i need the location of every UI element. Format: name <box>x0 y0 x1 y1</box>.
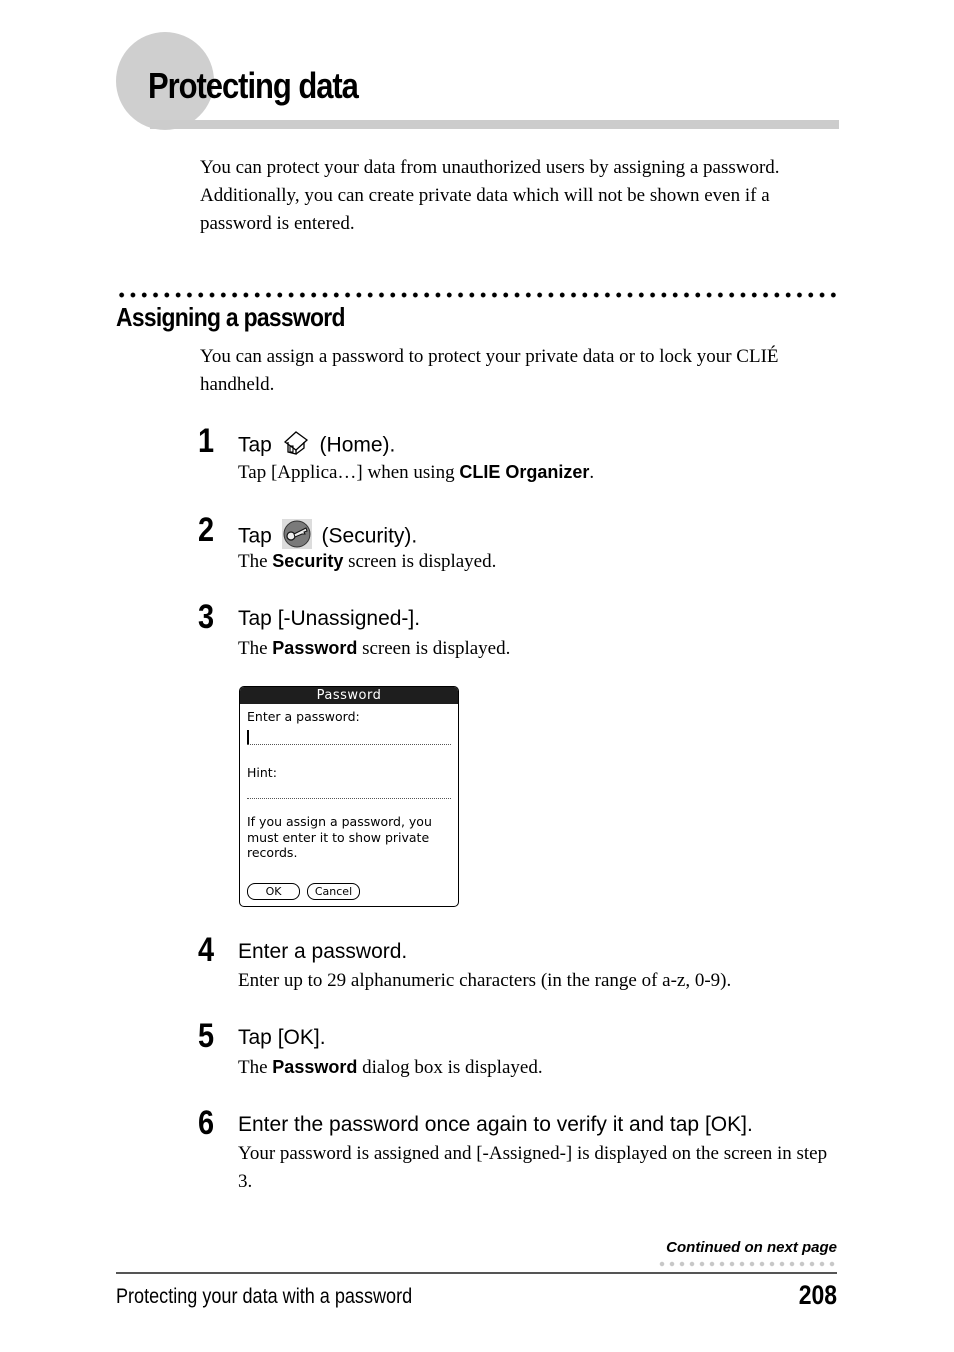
hint-input[interactable] <box>247 784 451 799</box>
desc-text: dialog box is displayed. <box>357 1057 543 1078</box>
desc-bold-text: Password <box>272 1057 358 1077</box>
ok-button[interactable]: OK <box>247 883 300 900</box>
step-heading-text: (Home). <box>319 433 396 457</box>
desc-text: The <box>238 551 273 572</box>
step-heading-text: (Security). <box>321 524 418 548</box>
section-title: Assigning a password <box>116 302 345 332</box>
step-number: 5 <box>198 1017 215 1055</box>
desc-text: screen is displayed. <box>343 551 497 572</box>
step-number: 4 <box>198 931 215 969</box>
step-description: Tap [Applica…] when using CLIE Organizer… <box>238 458 838 487</box>
step-description: The Security screen is displayed. <box>238 547 838 576</box>
password-note: If you assign a password, you must enter… <box>247 814 432 860</box>
step-heading: Tap [OK]. <box>238 1026 326 1049</box>
step-number: 2 <box>198 511 215 549</box>
footer-section-name: Protecting your data with a password <box>116 1285 413 1308</box>
step-number: 6 <box>198 1104 215 1142</box>
step-description: The Password screen is displayed. <box>238 634 838 663</box>
desc-bold-text: Security <box>272 551 344 571</box>
desc-text: Tap [Applica…] when using <box>238 462 460 483</box>
page-intro: You can protect your data from unauthori… <box>200 157 780 234</box>
step-number: 3 <box>198 598 215 636</box>
step-description: Your password is assigned and [-Assigned… <box>238 1143 828 1192</box>
text-cursor <box>247 730 249 744</box>
password-screen-screenshot: Password Enter a password: Hint: If you … <box>239 686 459 907</box>
desc-text: The <box>238 638 273 659</box>
desc-text: . <box>589 462 595 483</box>
page-title: Protecting data <box>148 65 359 106</box>
desc-bold-text: CLIE Organizer <box>459 462 590 482</box>
cancel-button[interactable]: Cancel <box>307 883 360 900</box>
step-heading-text: Tap <box>238 524 272 548</box>
continued-on-next-page: Continued on next page <box>666 1239 837 1256</box>
step-description: The Password dialog box is displayed. <box>238 1053 838 1082</box>
page-number: 208 <box>798 1280 837 1310</box>
footer-divider <box>116 1272 837 1274</box>
password-screen-title: Password <box>240 687 458 704</box>
password-label: Enter a password: <box>247 709 360 724</box>
desc-text: screen is displayed. <box>357 638 511 659</box>
desc-bold-text: Password <box>272 638 358 658</box>
password-input[interactable] <box>247 730 451 745</box>
desc-text: The <box>238 1057 273 1078</box>
step-heading: Enter a password. <box>238 940 408 963</box>
step-heading: Tap [-Unassigned-]. <box>238 607 421 630</box>
hint-label: Hint: <box>247 765 277 780</box>
step-heading-text: Tap <box>238 433 272 457</box>
section-intro: You can assign a password to protect you… <box>200 346 779 395</box>
section-dotted-divider <box>116 292 836 298</box>
step-heading: Enter the password once again to verify … <box>238 1113 753 1136</box>
title-underline-bar <box>150 120 839 129</box>
step-description: Enter up to 29 alphanumeric characters (… <box>238 970 732 991</box>
continued-dotted-rule <box>657 1261 837 1267</box>
step-number: 1 <box>198 422 215 460</box>
